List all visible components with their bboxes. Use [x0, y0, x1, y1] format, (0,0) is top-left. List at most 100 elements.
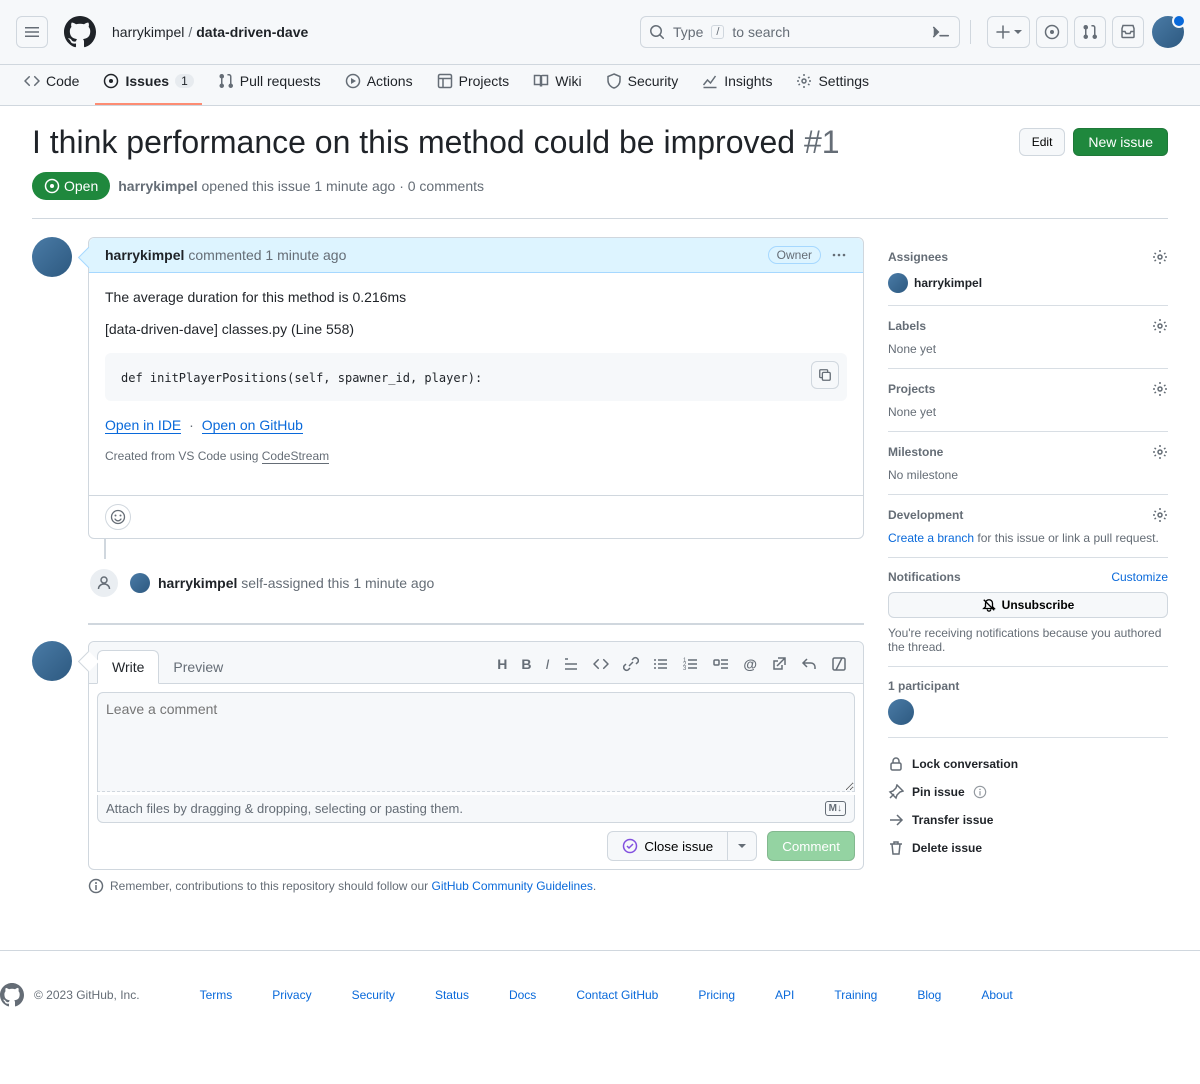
- gear-icon: [1152, 507, 1168, 523]
- projects-gear[interactable]: [1152, 381, 1168, 397]
- comment-author[interactable]: harrykimpel: [105, 247, 184, 263]
- milestone-value: No milestone: [888, 468, 1168, 482]
- attach-files-bar[interactable]: Attach files by dragging & dropping, sel…: [97, 795, 855, 823]
- footer-api[interactable]: API: [775, 988, 794, 1002]
- event-avatar[interactable]: [130, 573, 150, 593]
- preview-tab[interactable]: Preview: [159, 651, 237, 683]
- close-issue-button[interactable]: Close issue: [607, 831, 728, 861]
- cross-reference-icon[interactable]: [771, 656, 787, 672]
- close-issue-caret[interactable]: [728, 831, 757, 861]
- link-icon[interactable]: [623, 656, 639, 672]
- nav-wiki[interactable]: Wiki: [525, 65, 589, 105]
- footer-security[interactable]: Security: [352, 988, 395, 1002]
- codestream-link[interactable]: CodeStream: [262, 449, 329, 464]
- italic-icon[interactable]: I: [545, 656, 549, 672]
- nav-code[interactable]: Code: [16, 65, 87, 105]
- ol-icon[interactable]: 123: [683, 656, 699, 672]
- comment-avatar[interactable]: [32, 237, 72, 277]
- search-placeholder-prefix: Type: [673, 24, 703, 40]
- unsubscribe-button[interactable]: Unsubscribe: [888, 592, 1168, 618]
- mention-icon[interactable]: @: [743, 656, 757, 672]
- shield-icon: [606, 73, 622, 89]
- footer-about[interactable]: About: [981, 988, 1012, 1002]
- search-input[interactable]: Type / to search: [640, 16, 960, 48]
- form-avatar[interactable]: [32, 641, 72, 681]
- footer-training[interactable]: Training: [834, 988, 877, 1002]
- notifications-button[interactable]: [1112, 16, 1144, 48]
- labels-gear[interactable]: [1152, 318, 1168, 334]
- global-header: harrykimpel / data-driven-dave Type / to…: [0, 0, 1200, 65]
- footer-pricing[interactable]: Pricing: [698, 988, 735, 1002]
- transfer-issue[interactable]: Transfer issue: [888, 806, 1168, 834]
- quote-icon[interactable]: [563, 656, 579, 672]
- open-in-ide-link[interactable]: Open in IDE: [105, 417, 181, 434]
- new-comment-form: Write Preview H B I 123 @: [32, 641, 864, 870]
- add-reaction-button[interactable]: [105, 504, 131, 530]
- lock-conversation[interactable]: Lock conversation: [888, 750, 1168, 778]
- write-tab[interactable]: Write: [97, 650, 159, 684]
- footer-privacy[interactable]: Privacy: [272, 988, 311, 1002]
- footer-status[interactable]: Status: [435, 988, 469, 1002]
- heading-icon[interactable]: H: [497, 656, 507, 672]
- tasklist-icon[interactable]: [713, 656, 729, 672]
- nav-insights[interactable]: Insights: [694, 65, 780, 105]
- suggestion-icon[interactable]: [831, 656, 847, 672]
- assignee-item[interactable]: harrykimpel: [888, 273, 1168, 293]
- delete-issue[interactable]: Delete issue: [888, 834, 1168, 862]
- footer-contact[interactable]: Contact GitHub: [576, 988, 658, 1002]
- nav-projects[interactable]: Projects: [429, 65, 518, 105]
- hamburger-menu[interactable]: [16, 16, 48, 48]
- customize-link[interactable]: Customize: [1111, 570, 1168, 584]
- issue-author[interactable]: harrykimpel: [118, 178, 197, 194]
- new-issue-button[interactable]: New issue: [1073, 128, 1168, 156]
- comment-textarea[interactable]: [97, 692, 855, 792]
- milestone-gear[interactable]: [1152, 444, 1168, 460]
- open-on-github-link[interactable]: Open on GitHub: [202, 417, 303, 434]
- development-gear[interactable]: [1152, 507, 1168, 523]
- copy-button[interactable]: [811, 361, 839, 389]
- community-guidelines-link[interactable]: GitHub Community Guidelines: [432, 879, 593, 893]
- code-block: def initPlayerPositions(self, spawner_id…: [105, 353, 847, 401]
- assignees-gear[interactable]: [1152, 249, 1168, 265]
- reaction-bar: [89, 495, 863, 538]
- timeline-self-assigned: harrykimpel self-assigned this 1 minute …: [88, 559, 864, 607]
- github-logo[interactable]: [0, 983, 24, 1007]
- user-avatar[interactable]: [1152, 16, 1184, 48]
- pin-issue[interactable]: Pin issue: [888, 778, 1168, 806]
- code-icon[interactable]: [593, 656, 609, 672]
- footer-blog[interactable]: Blog: [917, 988, 941, 1002]
- nav-issues[interactable]: Issues1: [95, 65, 201, 105]
- notifications-note: You're receiving notifications because y…: [888, 626, 1168, 654]
- command-palette-icon[interactable]: [931, 24, 951, 40]
- nav-pull-requests[interactable]: Pull requests: [210, 65, 329, 105]
- reply-icon[interactable]: [801, 656, 817, 672]
- issues-global-button[interactable]: [1036, 16, 1068, 48]
- create-new-button[interactable]: [987, 16, 1030, 48]
- breadcrumb-owner[interactable]: harrykimpel: [112, 24, 184, 40]
- footer-docs[interactable]: Docs: [509, 988, 536, 1002]
- create-branch-link[interactable]: Create a branch: [888, 531, 974, 545]
- markdown-icon[interactable]: M↓: [825, 801, 846, 816]
- github-logo[interactable]: [64, 16, 96, 48]
- nav-settings[interactable]: Settings: [788, 65, 877, 105]
- pull-requests-global-button[interactable]: [1074, 16, 1106, 48]
- ul-icon[interactable]: [653, 656, 669, 672]
- comment-header: harrykimpel commented 1 minute ago Owner: [89, 238, 863, 273]
- comment-button[interactable]: Comment: [767, 831, 855, 861]
- bold-icon[interactable]: B: [521, 656, 531, 672]
- md-toolbar: H B I 123 @: [497, 656, 855, 678]
- comment-line: [data-driven-dave] classes.py (Line 558): [105, 321, 847, 337]
- lock-icon: [888, 756, 904, 772]
- comment-menu-button[interactable]: [831, 247, 847, 263]
- nav-security[interactable]: Security: [598, 65, 687, 105]
- issue-opened-icon: [1044, 24, 1060, 40]
- event-author[interactable]: harrykimpel: [158, 575, 237, 591]
- footer-terms[interactable]: Terms: [200, 988, 233, 1002]
- issue-title: I think performance on this method could…: [32, 122, 1019, 162]
- participant-avatar[interactable]: [888, 699, 914, 725]
- edit-button[interactable]: Edit: [1019, 128, 1066, 156]
- gear-icon: [1152, 318, 1168, 334]
- nav-actions[interactable]: Actions: [337, 65, 421, 105]
- issue-meta-text: opened this issue 1 minute ago · 0 comme…: [198, 178, 484, 194]
- breadcrumb-repo[interactable]: data-driven-dave: [196, 24, 308, 40]
